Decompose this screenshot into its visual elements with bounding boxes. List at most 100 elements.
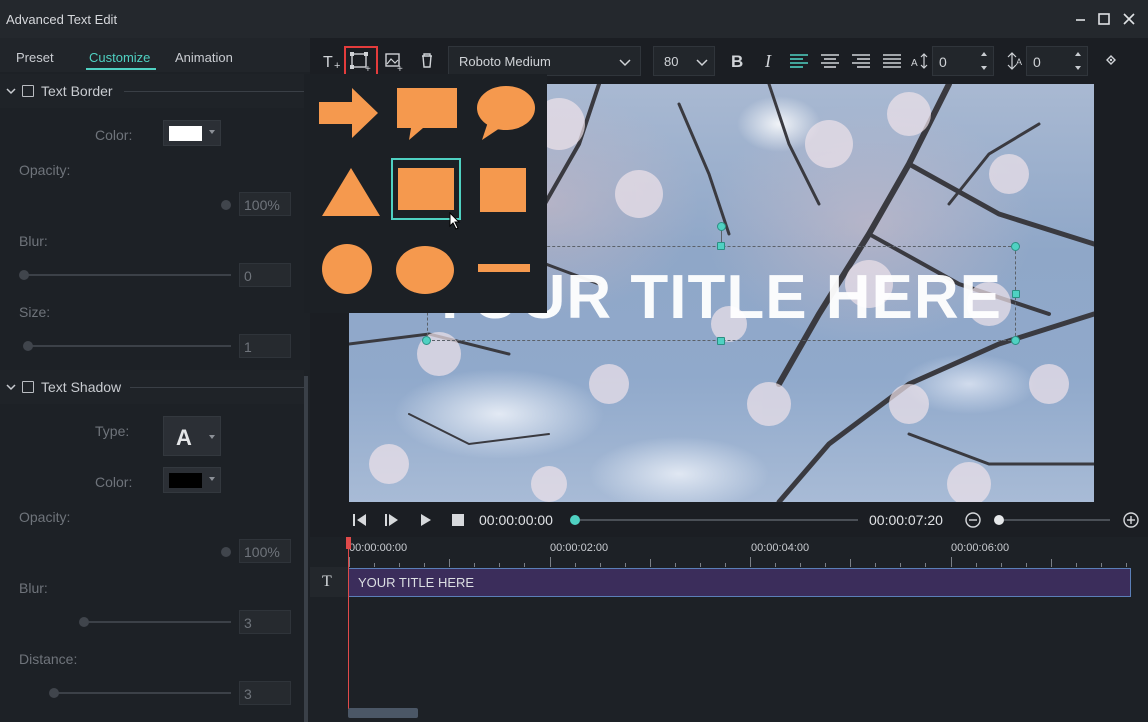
shadow-blur-input[interactable]: 3 — [239, 610, 291, 634]
border-size-input[interactable]: 1 — [239, 334, 291, 358]
shadow-distance-slider[interactable] — [49, 688, 59, 698]
border-blur-track[interactable] — [24, 274, 231, 276]
zoom-in-icon[interactable] — [1122, 511, 1140, 532]
ruler-tick — [775, 563, 776, 567]
tab-animation[interactable]: Animation — [175, 50, 233, 65]
rotate-handle[interactable] — [717, 222, 726, 231]
ruler-tick — [700, 563, 701, 567]
timeline-scrollbar[interactable] — [348, 708, 418, 718]
ruler-tick — [976, 563, 977, 567]
add-text-icon[interactable]: T+ — [320, 48, 346, 74]
tab-customize[interactable]: Customize — [89, 50, 150, 65]
add-image-icon[interactable]: + — [382, 48, 408, 74]
text-border-checkbox[interactable] — [22, 85, 34, 97]
resize-handle-top-right[interactable] — [1011, 242, 1020, 251]
close-icon[interactable] — [1118, 8, 1140, 30]
font-size-select[interactable]: 80 — [653, 46, 715, 76]
shadow-blur-label: Blur: — [19, 580, 48, 596]
shape-arrow[interactable] — [316, 82, 386, 144]
border-color-label: Color: — [95, 127, 132, 143]
caret-down-icon[interactable] — [981, 66, 987, 70]
shape-menu — [304, 74, 547, 313]
border-size-slider[interactable] — [23, 341, 33, 351]
time-ruler[interactable]: 00:00:00:00 00:00:02:00 00:00:04:00 00:0… — [348, 537, 1148, 569]
zoom-out-icon[interactable] — [964, 511, 982, 532]
scrub-track[interactable] — [580, 519, 858, 521]
chevron-down-icon[interactable] — [5, 85, 17, 97]
caret-down-icon[interactable] — [1075, 66, 1081, 70]
border-blur-slider[interactable] — [19, 270, 29, 280]
shadow-distance-input[interactable]: 3 — [239, 681, 291, 705]
shadow-blur-slider[interactable] — [79, 617, 89, 627]
maximize-icon[interactable] — [1093, 8, 1115, 30]
delete-icon[interactable] — [415, 48, 441, 74]
previous-frame-icon[interactable] — [352, 512, 370, 531]
zoom-slider-track[interactable] — [1004, 519, 1110, 521]
justify-icon[interactable] — [880, 48, 906, 74]
add-shape-icon[interactable]: + — [344, 46, 378, 76]
resize-handle-top[interactable] — [717, 242, 725, 250]
shadow-blur-track[interactable] — [84, 621, 231, 623]
properties-panel: Preset Customize Animation Text Border C… — [0, 38, 310, 722]
char-spacing-input[interactable]: 0 — [932, 46, 994, 76]
shape-rectangle-callout[interactable] — [393, 82, 463, 144]
ruler-tick — [800, 563, 801, 567]
line-spacing-input[interactable]: 0 — [1026, 46, 1088, 76]
shadow-opacity-slider[interactable] — [221, 547, 231, 557]
align-left-icon[interactable] — [787, 48, 813, 74]
shape-oval-callout[interactable] — [470, 82, 540, 144]
border-blur-input[interactable]: 0 — [239, 263, 291, 287]
border-opacity-slider[interactable] — [221, 200, 231, 210]
resize-handle-bottom-left[interactable] — [422, 336, 431, 345]
text-shadow-header[interactable]: Text Shadow — [0, 370, 304, 404]
diamond-icon[interactable] — [1098, 48, 1124, 74]
svg-text:+: + — [365, 64, 371, 74]
border-size-track[interactable] — [28, 345, 231, 347]
next-frame-icon[interactable] — [384, 512, 402, 531]
shadow-color-picker[interactable] — [163, 467, 221, 493]
shape-ellipse[interactable] — [393, 236, 463, 298]
playhead-line[interactable] — [348, 537, 349, 709]
svg-text:+: + — [334, 60, 340, 72]
text-track-header: T — [310, 567, 348, 597]
italic-icon[interactable]: I — [757, 48, 783, 74]
shape-rectangle[interactable] — [391, 158, 461, 220]
resize-handle-bottom-right[interactable] — [1011, 336, 1020, 345]
resize-handle-right[interactable] — [1012, 290, 1020, 298]
svg-text:T: T — [323, 54, 333, 71]
shadow-opacity-input[interactable]: 100% — [239, 539, 291, 563]
font-family-value: Roboto Medium — [459, 54, 551, 69]
caret-up-icon[interactable] — [1075, 52, 1081, 56]
panel-scrollbar[interactable] — [304, 376, 308, 722]
chevron-down-icon[interactable] — [5, 381, 17, 393]
border-opacity-label: Opacity: — [19, 162, 70, 178]
shadow-type-picker[interactable]: A — [163, 416, 221, 456]
shadow-distance-track[interactable] — [54, 692, 231, 694]
resize-handle-bottom[interactable] — [717, 337, 725, 345]
text-shadow-checkbox[interactable] — [22, 381, 34, 393]
text-border-header[interactable]: Text Border — [0, 74, 304, 108]
font-family-select[interactable]: Roboto Medium — [448, 46, 641, 76]
shape-square[interactable] — [470, 158, 540, 220]
title-clip[interactable]: YOUR TITLE HERE — [348, 568, 1131, 597]
shape-circle[interactable] — [316, 236, 386, 298]
border-color-picker[interactable] — [163, 120, 221, 146]
border-opacity-input[interactable]: 100% — [239, 192, 291, 216]
playhead-scrubber[interactable] — [570, 515, 580, 525]
tab-preset[interactable]: Preset — [16, 50, 54, 65]
minimize-icon[interactable] — [1070, 8, 1092, 30]
border-size-label: Size: — [19, 304, 50, 320]
bold-icon[interactable]: B — [725, 48, 751, 74]
shape-triangle[interactable] — [316, 158, 386, 220]
font-size-value: 80 — [664, 54, 678, 69]
play-icon[interactable] — [418, 512, 434, 531]
align-right-icon[interactable] — [849, 48, 875, 74]
line-spacing-value: 0 — [1033, 54, 1041, 70]
zoom-slider-knob[interactable] — [994, 515, 1004, 525]
stop-icon[interactable] — [450, 512, 466, 531]
shape-line[interactable] — [470, 236, 540, 298]
active-tab-indicator — [86, 68, 156, 70]
shadow-type-label: Type: — [95, 423, 129, 439]
caret-up-icon[interactable] — [981, 52, 987, 56]
align-center-icon[interactable] — [818, 48, 844, 74]
